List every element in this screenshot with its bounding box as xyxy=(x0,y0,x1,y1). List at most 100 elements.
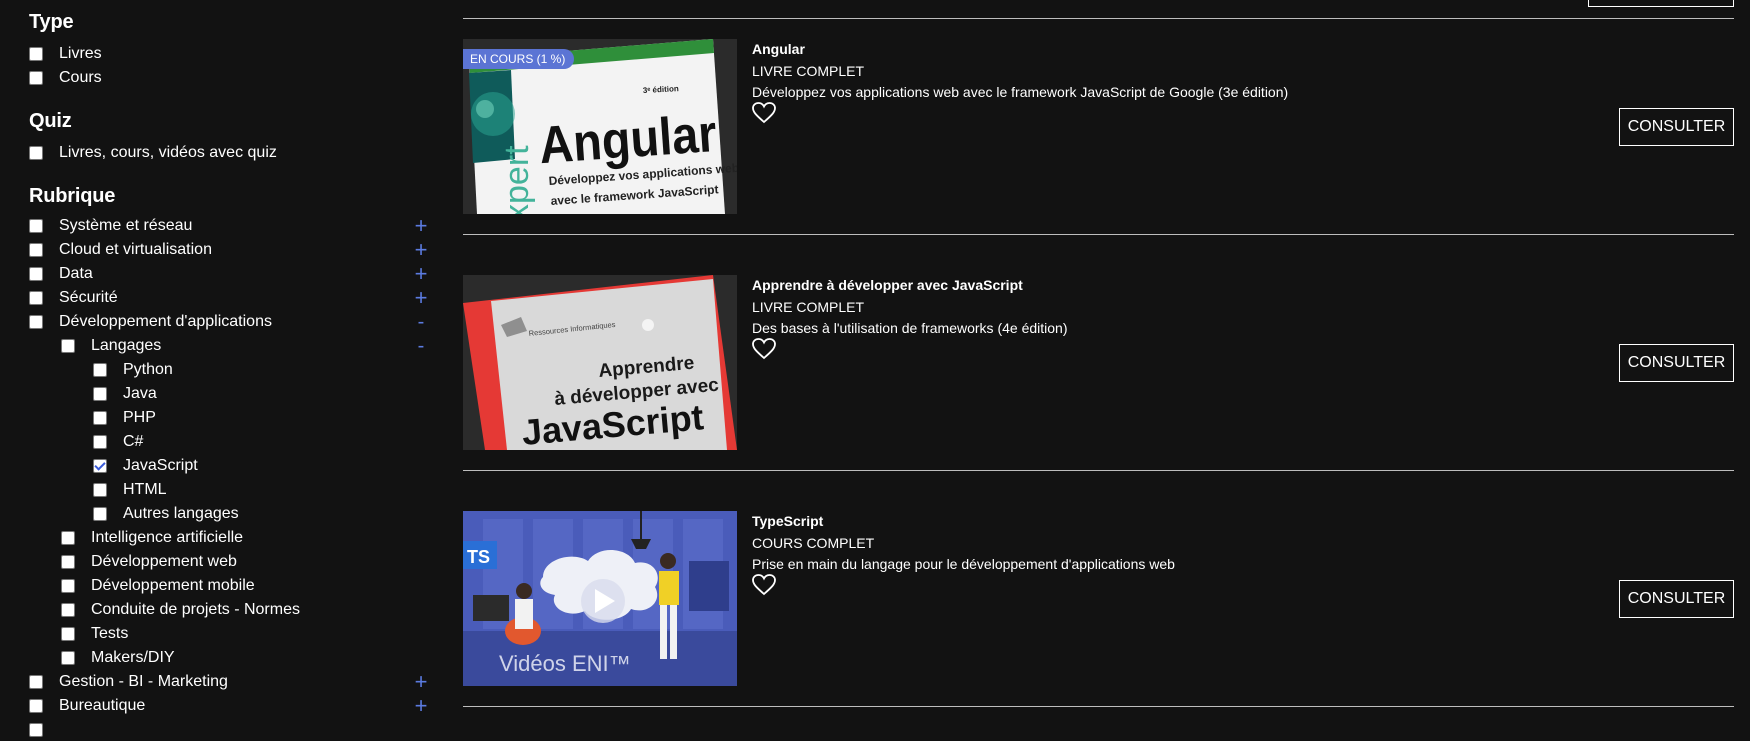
checkbox[interactable] xyxy=(29,219,43,233)
checkbox[interactable] xyxy=(29,47,43,61)
result-cover-apprendre-js[interactable]: Ressources Informatiques Apprendre à dév… xyxy=(463,275,737,450)
filter-option-label: Livres, cours, vidéos avec quiz xyxy=(59,144,277,161)
divider xyxy=(463,234,1734,235)
rubrique-item-label: Tests xyxy=(91,625,129,642)
result-title[interactable]: Angular xyxy=(752,41,805,57)
result-type: LIVRE COMPLET xyxy=(752,63,865,79)
checkbox[interactable] xyxy=(61,555,75,569)
video-cover-image: TS Vidéos ENI™ xyxy=(463,511,737,686)
checkbox[interactable] xyxy=(61,579,75,593)
sort-button[interactable] xyxy=(1588,0,1734,7)
rubrique-item-label: Bureautique xyxy=(59,697,146,714)
consult-button[interactable]: CONSULTER xyxy=(1619,344,1734,382)
rubrique-item-gestion-bi[interactable]: Gestion - BI - Marketing xyxy=(29,671,228,693)
consult-button[interactable]: CONSULTER xyxy=(1619,580,1734,618)
expand-bureautique-icon[interactable]: + xyxy=(411,695,431,717)
favorite-heart-icon[interactable] xyxy=(752,338,776,360)
checkbox[interactable] xyxy=(29,146,43,160)
language-label: PHP xyxy=(123,409,156,426)
language-label: JavaScript xyxy=(123,457,198,474)
collapse-langages-icon[interactable]: - xyxy=(411,335,431,357)
quiz-filter-title: Quiz xyxy=(29,110,72,132)
rubrique-item-bureautique[interactable]: Bureautique xyxy=(29,695,145,717)
language-label: Autres langages xyxy=(123,505,239,522)
result-description: Développez vos applications web avec le … xyxy=(752,84,1289,100)
rubrique-subitem-makers[interactable]: Makers/DIY xyxy=(61,647,175,669)
checkbox[interactable] xyxy=(93,507,107,521)
checkbox[interactable] xyxy=(61,651,75,665)
checkbox[interactable] xyxy=(29,291,43,305)
checkbox[interactable] xyxy=(61,603,75,617)
rubrique-subitem-tests[interactable]: Tests xyxy=(61,623,128,645)
rubrique-item-securite[interactable]: Sécurité xyxy=(29,287,118,309)
checkbox[interactable] xyxy=(29,723,43,737)
checkbox[interactable] xyxy=(29,243,43,257)
filter-option-label: Cours xyxy=(59,69,102,86)
checkbox[interactable] xyxy=(61,627,75,641)
filter-option-cours[interactable]: Cours xyxy=(29,67,102,89)
language-option-java[interactable]: Java xyxy=(93,383,157,405)
consult-button[interactable]: CONSULTER xyxy=(1619,108,1734,146)
checkbox-checked[interactable] xyxy=(93,459,107,473)
checkbox[interactable] xyxy=(29,699,43,713)
video-brand-text: Vidéos ENI™ xyxy=(499,651,631,676)
expand-gestion-bi-icon[interactable]: + xyxy=(411,671,431,693)
ts-logo-text: TS xyxy=(467,547,490,567)
rubrique-subitem-ia[interactable]: Intelligence artificielle xyxy=(61,527,243,549)
results-toolbar xyxy=(463,0,1734,19)
rubrique-item-label: Développement web xyxy=(91,553,237,570)
rubrique-item-label: Développement mobile xyxy=(91,577,255,594)
rubrique-item-dev-applications[interactable]: Développement d'applications xyxy=(29,311,272,333)
language-option-python[interactable]: Python xyxy=(93,359,173,381)
result-title[interactable]: Apprendre à développer avec JavaScript xyxy=(752,277,1023,293)
expand-cloud-icon[interactable]: + xyxy=(411,239,431,261)
rubrique-subitem-langages[interactable]: Langages xyxy=(61,335,161,357)
checkbox[interactable] xyxy=(29,267,43,281)
language-option-html[interactable]: HTML xyxy=(93,479,167,501)
language-option-autres[interactable]: Autres langages xyxy=(93,503,239,525)
checkbox[interactable] xyxy=(93,363,107,377)
result-type: LIVRE COMPLET xyxy=(752,299,865,315)
language-option-javascript[interactable]: JavaScript xyxy=(93,455,198,477)
divider xyxy=(463,706,1734,707)
checkbox[interactable] xyxy=(93,483,107,497)
checkbox[interactable] xyxy=(93,411,107,425)
rubrique-subitem-dev-web[interactable]: Développement web xyxy=(61,551,237,573)
rubrique-item-label: Makers/DIY xyxy=(91,649,175,666)
result-description: Des bases à l'utilisation de frameworks … xyxy=(752,320,1068,336)
checkbox[interactable] xyxy=(29,675,43,689)
checkbox[interactable] xyxy=(61,531,75,545)
language-option-php[interactable]: PHP xyxy=(93,407,156,429)
rubrique-item-label: Conduite de projets - Normes xyxy=(91,601,300,618)
rubrique-subitem-dev-mobile[interactable]: Développement mobile xyxy=(61,575,255,597)
checkbox[interactable] xyxy=(29,315,43,329)
result-cover-angular[interactable]: xpert 3ᵉ édition Angular Développez vos … xyxy=(463,39,737,214)
expand-securite-icon[interactable]: + xyxy=(411,287,431,309)
result-title[interactable]: TypeScript xyxy=(752,513,823,529)
result-cover-typescript[interactable]: TS Vidéos ENI™ xyxy=(463,511,737,686)
cover-series-text: xpert xyxy=(498,145,536,214)
language-label: Python xyxy=(123,361,173,378)
rubrique-item-cloud[interactable]: Cloud et virtualisation xyxy=(29,239,212,261)
expand-data-icon[interactable]: + xyxy=(411,263,431,285)
rubrique-item-cut[interactable] xyxy=(29,719,59,741)
filter-option-quiz[interactable]: Livres, cours, vidéos avec quiz xyxy=(29,142,277,164)
rubrique-filter-title: Rubrique xyxy=(29,185,116,207)
rubrique-item-data[interactable]: Data xyxy=(29,263,93,285)
checkbox[interactable] xyxy=(93,435,107,449)
favorite-heart-icon[interactable] xyxy=(752,102,776,124)
collapse-dev-applications-icon[interactable]: - xyxy=(411,311,431,333)
rubrique-item-label: Cloud et virtualisation xyxy=(59,241,212,258)
checkbox[interactable] xyxy=(93,387,107,401)
filter-option-livres[interactable]: Livres xyxy=(29,43,102,65)
favorite-heart-icon[interactable] xyxy=(752,574,776,596)
language-label: Java xyxy=(123,385,157,402)
checkbox[interactable] xyxy=(29,71,43,85)
expand-systeme-reseau-icon[interactable]: + xyxy=(411,215,431,237)
rubrique-item-systeme-reseau[interactable]: Système et réseau xyxy=(29,215,192,237)
rubrique-subitem-conduite-projets[interactable]: Conduite de projets - Normes xyxy=(61,599,300,621)
checkbox[interactable] xyxy=(61,339,75,353)
language-option-csharp[interactable]: C# xyxy=(93,431,143,453)
progress-badge: EN COURS (1 %) xyxy=(463,49,575,69)
rubrique-item-label: Gestion - BI - Marketing xyxy=(59,673,228,690)
